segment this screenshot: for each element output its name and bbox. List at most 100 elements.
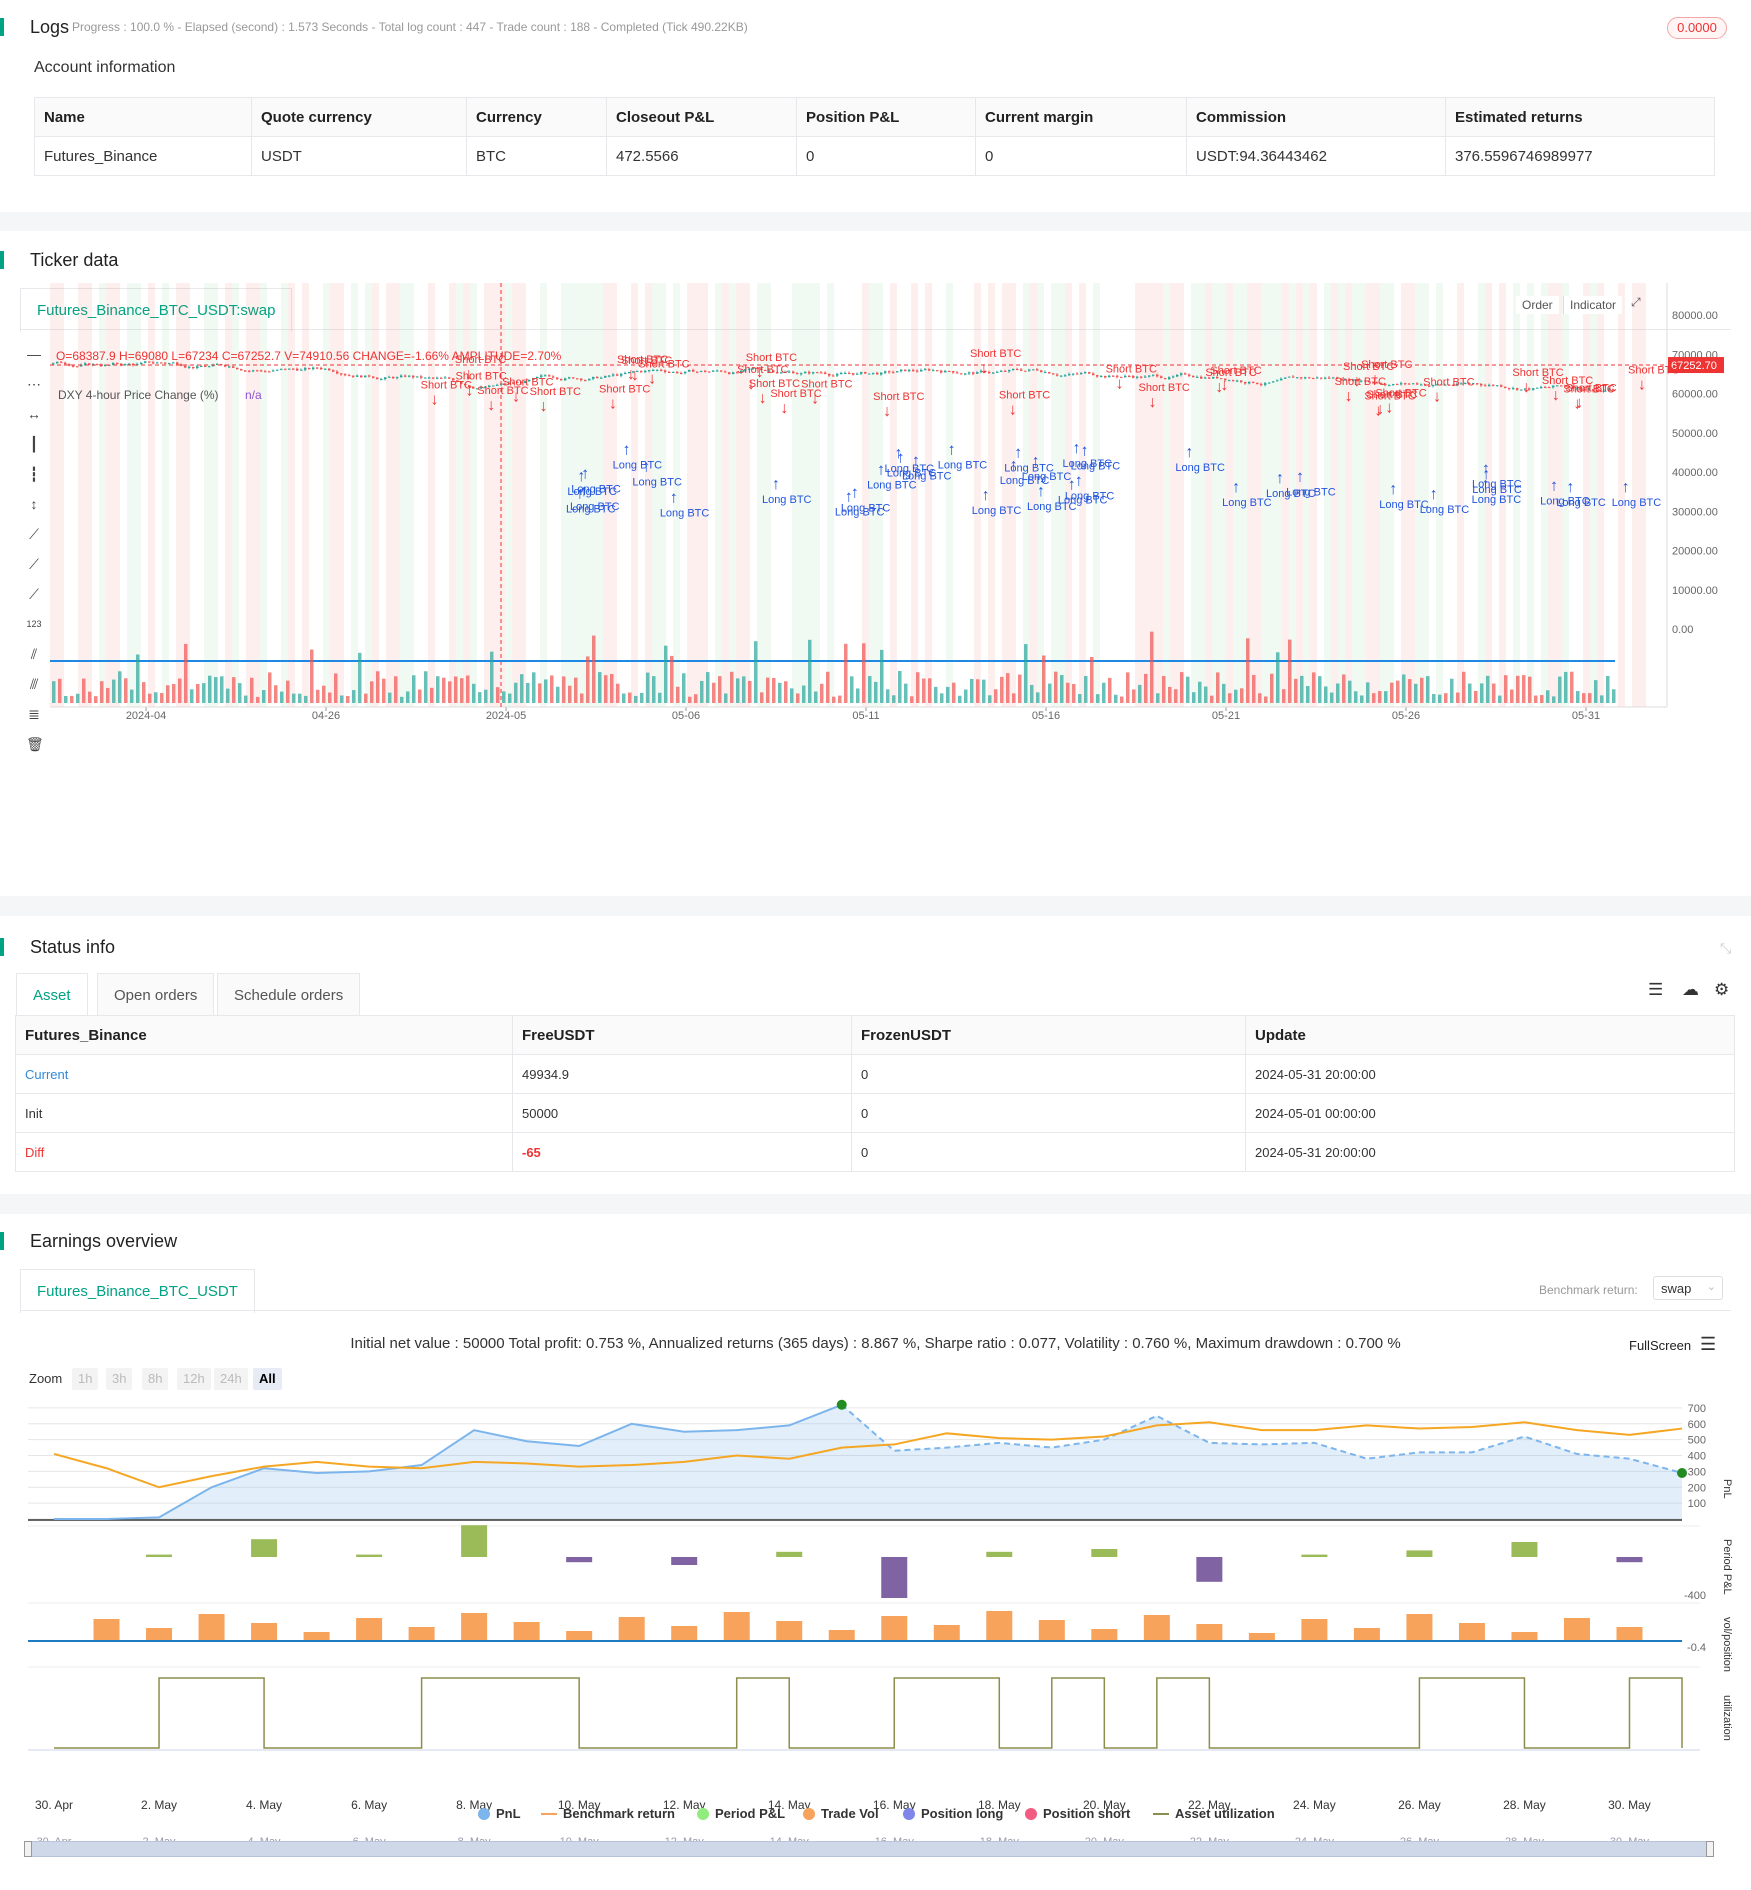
candle-body (952, 371, 955, 373)
legend-trade-vol[interactable]: Trade Vol (803, 1806, 879, 1821)
volume-bar (814, 691, 818, 703)
hamburger-icon[interactable]: ☰ (1700, 1334, 1716, 1355)
candle-body (1416, 383, 1419, 385)
tab-schedule-orders[interactable]: Schedule orders (217, 973, 361, 1017)
tab-earnings-symbol[interactable]: Futures_Binance_BTC_USDT (20, 1269, 255, 1313)
volume-bar (1444, 693, 1448, 703)
legend-benchmark[interactable]: Benchmark return (541, 1806, 675, 1821)
zoom-3h[interactable]: 3h (106, 1368, 133, 1390)
volume-bar (1366, 682, 1370, 703)
asset-cell: 0 (851, 1132, 1246, 1172)
indicator-button[interactable]: Indicator (1563, 296, 1623, 314)
fullscreen-button[interactable]: FullScreen (1629, 1338, 1691, 1353)
volume-bar (250, 677, 254, 703)
navigator-scrollbar[interactable] (28, 1841, 1710, 1857)
tab-open-orders[interactable]: Open orders (97, 973, 215, 1017)
fibonacci-icon[interactable]: ⫻ (26, 676, 42, 692)
long-label: Long BTC (613, 460, 663, 472)
tab-asset[interactable]: Asset (16, 973, 88, 1017)
candle-body (836, 374, 839, 376)
order-button[interactable]: Order (1516, 296, 1559, 314)
cloud-download-icon[interactable]: ☁ (1682, 980, 1699, 1000)
volume-bar (136, 654, 140, 703)
time-tick-label: 05-21 (1212, 710, 1240, 722)
candle-body (796, 373, 799, 375)
navigator-handle-left[interactable] (24, 1841, 32, 1857)
benchmark-select[interactable]: swap ⌄ (1653, 1276, 1723, 1300)
regime-band (127, 283, 134, 707)
legend-position-long[interactable]: Position long (903, 1806, 1003, 1821)
candle-body (672, 371, 675, 373)
legend-position-short[interactable]: Position short (1025, 1806, 1130, 1821)
legend-asset-utilization[interactable]: Asset utilization (1153, 1806, 1275, 1821)
earnings-chart[interactable]: 700 600 500 400 300 200 100 PnL Period P&L -400 vo… (0, 1395, 1751, 1857)
period-pnl-bar (1511, 1542, 1538, 1557)
fib-levels-icon[interactable]: ≣ (26, 706, 42, 722)
vertical-line-icon[interactable]: ┃ (26, 436, 42, 452)
candle-body (596, 376, 599, 379)
expand-icon[interactable]: ⤢ (1631, 295, 1641, 310)
menu-icon[interactable]: ☰ (1648, 980, 1663, 1000)
zoom-24h[interactable]: 24h (214, 1368, 248, 1390)
legend-marker (541, 1813, 557, 1815)
trend-line-icon[interactable]: ⟋ (26, 526, 42, 542)
volume-bar (472, 683, 476, 703)
navigator-handle-right[interactable] (1706, 1841, 1714, 1857)
regime-band (722, 283, 729, 707)
ticker-chart[interactable]: 80000.0070000.0060000.0050000.0040000.00… (50, 283, 1750, 895)
trash-icon[interactable]: 🗑 (26, 736, 44, 752)
ohlc-readout-line: O=68387.9 H=69080 L=67234 C=67252.7 V=74… (56, 349, 562, 363)
zoom-8h[interactable]: 8h (142, 1368, 169, 1390)
candle-body (196, 366, 199, 369)
volume-bar (658, 692, 662, 703)
volume-bar (520, 674, 524, 703)
zoom-12h[interactable]: 12h (177, 1368, 211, 1390)
regime-band (1163, 283, 1170, 707)
long-label: Long BTC (1222, 497, 1272, 509)
candle-body (1112, 375, 1115, 377)
legend-label: Benchmark return (563, 1806, 675, 1821)
volume-bar (298, 693, 302, 703)
period-pnl-bar (1406, 1550, 1433, 1557)
zoom-all[interactable]: All (253, 1368, 282, 1390)
candle-body (232, 366, 235, 368)
ray-line-icon[interactable]: ⟋ (26, 556, 42, 572)
zoom-1h[interactable]: 1h (72, 1368, 99, 1390)
legend-period-pnl[interactable]: Period P&L (697, 1806, 785, 1821)
horizontal-ray-icon[interactable]: ⋯ (26, 376, 42, 392)
collapse-icon[interactable]: ⤡ (1720, 940, 1731, 957)
volume-bar (274, 685, 278, 703)
settings-icon[interactable]: ⚙ (1714, 980, 1729, 1000)
volume-bar (1246, 638, 1250, 703)
parallel-channel-icon[interactable]: ⫽ (26, 646, 42, 662)
legend-pnl[interactable]: PnL (478, 1806, 521, 1821)
vertical-segment-icon[interactable]: ┇ (26, 466, 42, 482)
price-label-icon[interactable]: 123 (26, 616, 42, 632)
candle-body (556, 377, 559, 380)
segment-icon[interactable]: ⟋ (26, 586, 42, 602)
candle-body (204, 366, 207, 368)
volume-bar (700, 680, 704, 703)
short-label: Short BTC (801, 379, 852, 391)
candle-body (1476, 383, 1479, 385)
volume-bar (1558, 676, 1562, 703)
regime-band (512, 283, 519, 707)
long-arrow: ↑ (851, 485, 859, 502)
horizontal-line-icon[interactable]: — (26, 346, 42, 362)
candle-body (1196, 376, 1199, 378)
candle-body (948, 370, 951, 372)
short-arrow: ↓ (1116, 376, 1124, 393)
section-marker (0, 251, 4, 269)
logs-badge: 0.0000 (1667, 17, 1727, 39)
extended-line-icon[interactable]: ↔ (26, 406, 42, 422)
asset-row-label[interactable]: Current (15, 1054, 513, 1094)
volume-bar (1594, 680, 1598, 703)
regime-band (484, 283, 491, 707)
volume-bar (1198, 681, 1202, 703)
volume-bar (772, 678, 776, 703)
volume-bar (142, 682, 146, 703)
volume-bar (1438, 694, 1442, 703)
candle-body (944, 370, 947, 373)
price-range-icon[interactable]: ↕ (26, 496, 42, 512)
regime-band (407, 283, 414, 707)
